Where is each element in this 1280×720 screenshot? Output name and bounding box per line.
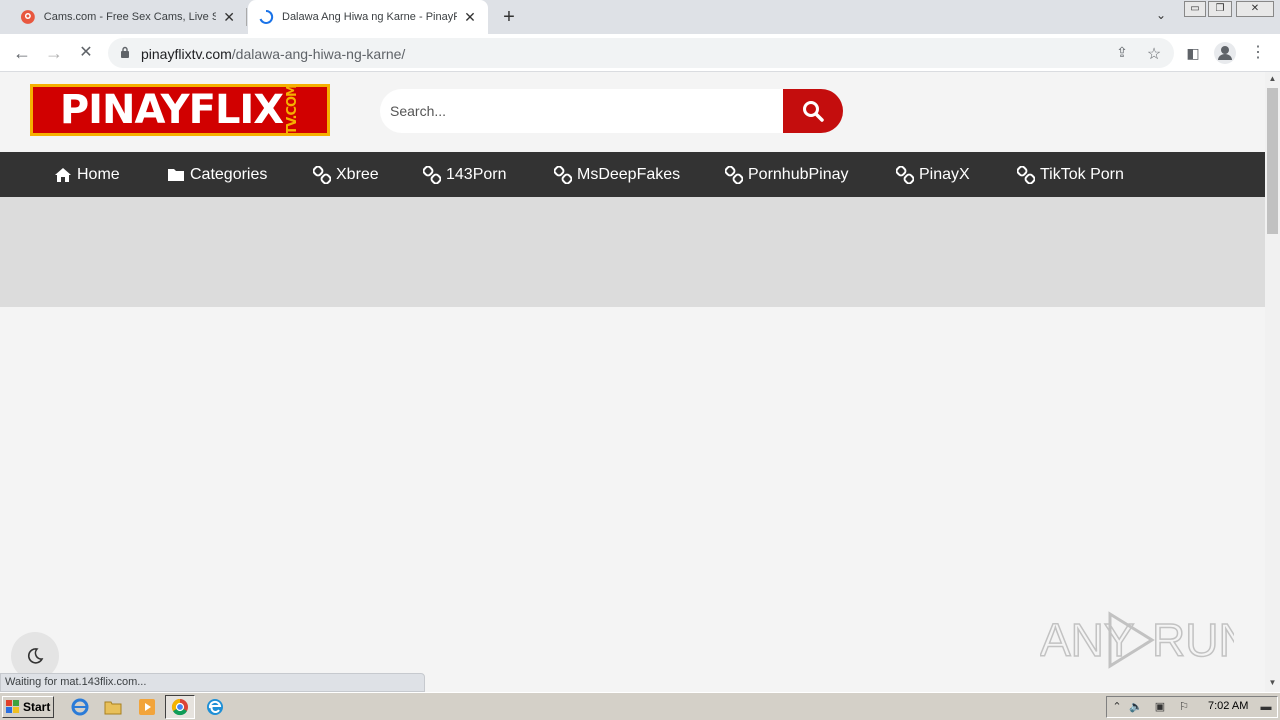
new-tab-button[interactable]: + [498,6,520,28]
edge-icon[interactable] [206,698,224,716]
bookmark-star-icon[interactable]: ☆ [1145,44,1163,63]
tab-pinayflix[interactable]: Dalawa Ang Hiwa ng Karne - PinayFlix ✕ [248,0,488,34]
taskbar-clock[interactable]: 7:02 AM [1208,700,1248,712]
internet-explorer-icon[interactable] [71,698,89,716]
windows-logo-icon [6,700,19,713]
site-logo[interactable]: PINAYFLIX TV.COM [30,84,330,136]
status-bar: Waiting for mat.143flix.com... [0,673,425,692]
profile-avatar-icon[interactable] [1214,42,1236,64]
anyrun-watermark: ANY RUN [1040,611,1234,669]
ad-placeholder [0,197,1265,307]
browser-toolbar: ← → ✕ pinayflixtv.com/dalawa-ang-hiwa-ng… [0,34,1280,72]
search-button[interactable] [783,89,843,133]
logo-text: PINAYFLIX [59,87,284,133]
nav-pinayx[interactable]: PinayX [896,152,970,197]
file-explorer-icon[interactable] [104,698,122,716]
tab-title: Cams.com - Free Sex Cams, Live Sex [43,11,217,23]
nav-label: TikTok Porn [1040,165,1124,183]
show-desktop-icon[interactable]: ▬ [1259,700,1273,714]
tab-strip: Cams.com - Free Sex Cams, Live Sex ✕ Dal… [0,0,1280,34]
taskbar-chrome-active[interactable] [165,695,195,719]
media-player-icon[interactable] [138,698,156,716]
url-text: pinayflixtv.com/dalawa-ang-hiwa-ng-karne… [141,46,405,62]
watermark-text-run: RUN [1152,614,1234,666]
back-button[interactable]: ← [11,42,33,64]
search-icon [803,101,824,122]
browser-menu-icon[interactable]: ⋮ [1247,42,1269,64]
link-icon [423,165,441,184]
tab-separator [246,8,247,26]
side-panel-icon[interactable]: ◧ [1182,42,1204,64]
scroll-down-arrow-icon[interactable]: ▼ [1265,676,1280,690]
link-icon [554,165,572,184]
main-nav: Home Categories Xbree 143Porn MsDeepFake… [0,152,1265,197]
windows-taskbar: Start ⌃ 🔈 ▣ ⚐ 7:02 AM ▬ [0,692,1280,720]
nav-label: Home [77,165,120,183]
loading-spinner-icon [259,9,274,24]
scroll-up-arrow-icon[interactable]: ▲ [1265,72,1280,86]
tab-cams[interactable]: Cams.com - Free Sex Cams, Live Sex ✕ [10,0,246,34]
nav-label: 143Porn [446,165,507,183]
scroll-thumb[interactable] [1267,88,1278,234]
link-icon [313,165,331,184]
search-input[interactable] [380,89,784,133]
close-window-button[interactable]: ✕ [1236,1,1274,17]
page-scrollbar[interactable]: ▲ ▼ [1265,72,1280,692]
logo-suffix: TV.COM [285,85,301,135]
moon-icon [27,648,44,664]
folder-icon [167,167,185,182]
tab-title: Dalawa Ang Hiwa ng Karne - PinayFlix [282,11,457,23]
forward-button[interactable]: → [43,42,65,64]
page-viewport: PINAYFLIX TV.COM Home Categories Xbree 1… [0,72,1265,692]
tray-expand-icon[interactable]: ⌃ [1110,700,1124,714]
start-label: Start [23,700,51,714]
stop-loading-button[interactable]: ✕ [75,42,97,64]
network-icon[interactable]: ▣ [1153,700,1167,714]
share-icon[interactable]: ⇪ [1113,44,1131,62]
minimize-button[interactable]: ▭ [1184,1,1206,17]
nav-home[interactable]: Home [54,152,120,197]
url-host: pinayflixtv.com [141,46,232,62]
nav-143porn[interactable]: 143Porn [423,152,507,197]
system-tray: ⌃ 🔈 ▣ ⚐ 7:02 AM ▬ [1106,696,1278,718]
cams-favicon-icon [20,10,35,24]
nav-label: Xbree [336,165,379,183]
home-icon [54,167,72,183]
lock-icon [121,46,129,58]
address-bar[interactable]: pinayflixtv.com/dalawa-ang-hiwa-ng-karne… [108,38,1174,68]
nav-tiktok-porn[interactable]: TikTok Porn [1017,152,1124,197]
link-icon [1017,165,1035,184]
nav-msdeepfakes[interactable]: MsDeepFakes [554,152,680,197]
url-path: /dalawa-ang-hiwa-ng-karne/ [231,46,406,62]
link-icon [725,165,743,184]
volume-icon[interactable]: 🔈 [1129,700,1143,714]
nav-label: PornhubPinay [748,165,849,183]
restore-button[interactable]: ❐ [1208,1,1232,17]
nav-categories[interactable]: Categories [167,152,267,197]
nav-pornhubpinay[interactable]: PornhubPinay [725,152,849,197]
tab-search-button[interactable]: ⌄ [1152,8,1170,26]
nav-label: MsDeepFakes [577,165,681,183]
nav-label: Categories [190,165,268,183]
nav-xbree[interactable]: Xbree [313,152,379,197]
person-icon [1218,46,1232,60]
link-icon [896,165,914,184]
tab-close-icon[interactable]: ✕ [463,9,477,26]
chrome-icon [171,698,188,716]
tab-close-icon[interactable]: ✕ [222,9,236,26]
nav-label: PinayX [919,165,970,183]
start-button[interactable]: Start [2,696,54,718]
action-center-flag-icon[interactable]: ⚐ [1177,700,1191,714]
site-search [380,89,843,133]
